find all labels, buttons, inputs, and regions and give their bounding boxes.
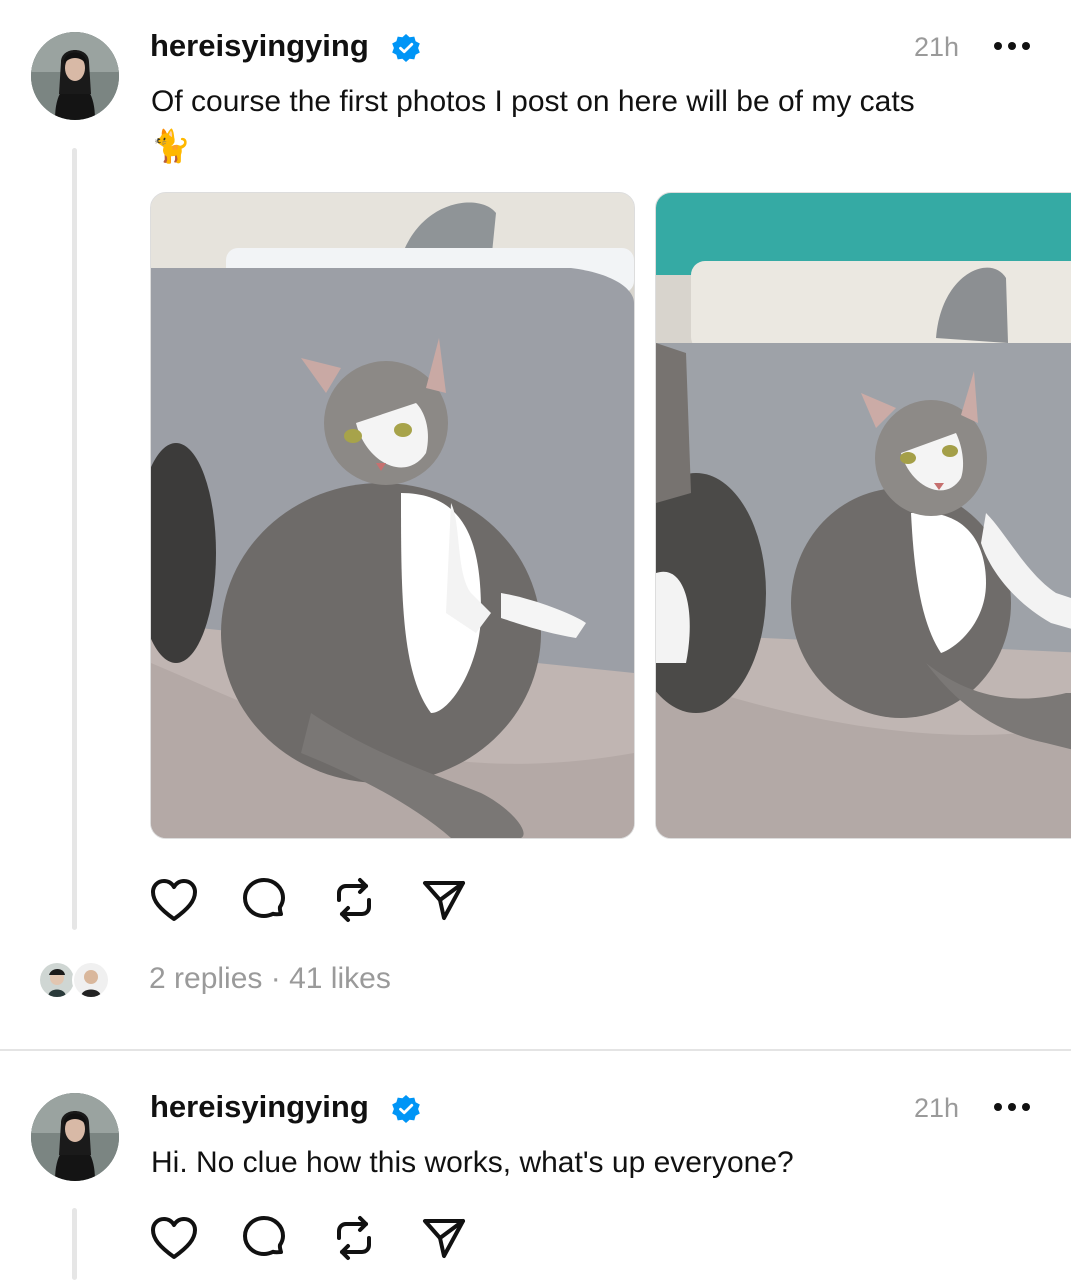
comment-bubble-icon bbox=[243, 1216, 285, 1256]
thread-line bbox=[72, 1208, 77, 1280]
verified-badge-icon bbox=[392, 1095, 420, 1123]
more-dots-icon[interactable] bbox=[994, 1101, 1030, 1113]
heart-icon bbox=[151, 1217, 197, 1259]
thread-post-2: hereisyingying 21h Hi. No clue how this … bbox=[0, 0, 1071, 1280]
post-actions bbox=[150, 1214, 510, 1262]
reply-button[interactable] bbox=[240, 1214, 288, 1262]
avatar[interactable] bbox=[31, 1093, 119, 1181]
repost-button[interactable] bbox=[330, 1214, 378, 1262]
post-time: 21h bbox=[913, 1093, 959, 1123]
username[interactable]: hereisyingying bbox=[150, 1089, 369, 1125]
share-button[interactable] bbox=[420, 1214, 468, 1262]
repost-icon bbox=[337, 1216, 371, 1260]
post-caption: Hi. No clue how this works, what's up ev… bbox=[151, 1146, 794, 1179]
like-button[interactable] bbox=[150, 1214, 198, 1262]
send-icon bbox=[423, 1219, 465, 1258]
